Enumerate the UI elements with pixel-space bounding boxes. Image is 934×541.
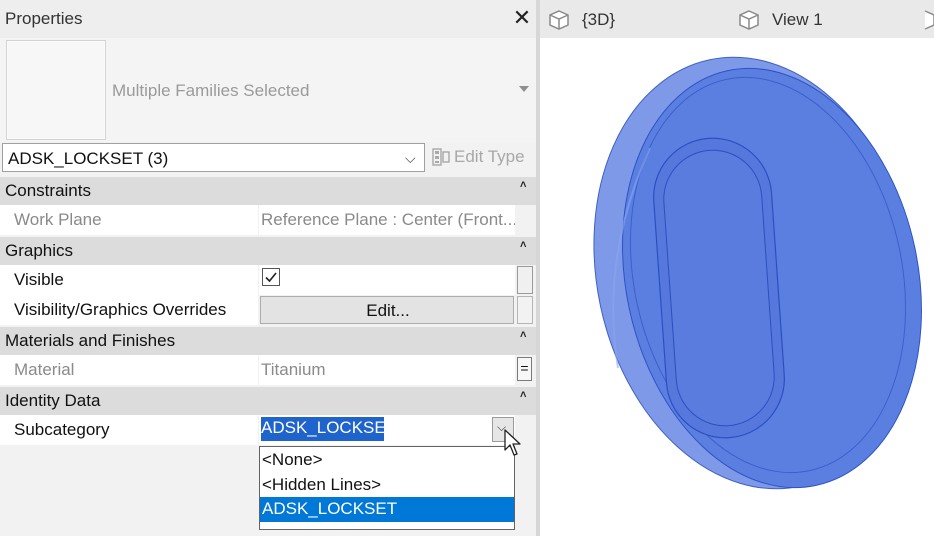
property-name: Work Plane	[14, 210, 102, 229]
property-name-cell: Material	[0, 355, 258, 385]
chevron-down-icon: ⌵	[405, 150, 416, 166]
tab-label: {3D}	[582, 10, 616, 29]
property-name-cell: Visible	[0, 265, 258, 295]
property-value-cell[interactable]: Titanium	[259, 355, 515, 385]
property-name: Material	[14, 360, 75, 379]
visible-checkbox[interactable]	[262, 268, 280, 286]
edit-type-button[interactable]: Edit Type	[432, 145, 536, 171]
close-icon[interactable]: ✕	[512, 7, 532, 29]
dropdown-option-label: <Hidden Lines>	[262, 475, 382, 494]
subcategory-value[interactable]: ADSK_LOCKSET	[261, 418, 396, 438]
edit-type-label: Edit Type	[454, 147, 525, 166]
material-value: Titanium	[261, 360, 326, 379]
chevron-down-icon[interactable]	[519, 86, 529, 92]
type-selector-dropdown[interactable]: ADSK_LOCKSET (3) ⌵	[2, 143, 425, 172]
family-thumbnail	[6, 40, 106, 140]
subcategory-dropdown-list: <None> <Hidden Lines> ADSK_LOCKSET	[259, 446, 515, 530]
mouse-cursor-icon	[504, 429, 521, 456]
section-label: Constraints	[5, 181, 91, 200]
section-label: Identity Data	[5, 391, 101, 410]
dropdown-option-label: ADSK_LOCKSET	[262, 499, 398, 518]
view-tab-bar: {3D} View 1	[540, 0, 934, 38]
dropdown-option-selected[interactable]: ADSK_LOCKSET	[260, 497, 514, 522]
property-name-cell: Visibility/Graphics Overrides	[0, 295, 258, 325]
work-plane-value: Reference Plane : Center (Front...	[261, 210, 515, 229]
section-identity-data[interactable]: Identity Data ˄	[0, 387, 536, 415]
collapse-icon[interactable]: ˄	[520, 239, 526, 251]
scrollbar-track-segment	[517, 296, 533, 324]
checkmark-icon	[265, 272, 277, 283]
property-name: Subcategory	[14, 420, 110, 439]
edit-button-label: Edit...	[366, 301, 410, 320]
property-name: Visibility/Graphics Overrides	[14, 300, 227, 319]
section-label: Materials and Finishes	[5, 331, 176, 350]
tab-view-1[interactable]: View 1	[730, 0, 934, 38]
property-row-material: Material Titanium	[0, 355, 536, 385]
collapse-icon[interactable]: ˄	[520, 329, 526, 341]
3d-view-icon	[924, 10, 934, 30]
dropdown-option-label: <None>	[262, 450, 323, 469]
section-materials-and-finishes[interactable]: Materials and Finishes ˄	[0, 327, 536, 355]
properties-title-bar: Properties ✕	[0, 0, 536, 38]
section-graphics[interactable]: Graphics ˄	[0, 237, 536, 265]
dropdown-option[interactable]: <Hidden Lines>	[260, 473, 514, 498]
property-row-work-plane: Work Plane Reference Plane : Center (Fro…	[0, 205, 536, 235]
collapse-icon[interactable]: ˄	[520, 179, 526, 191]
family-preview-label: Multiple Families Selected	[112, 81, 310, 100]
property-name: Visible	[14, 270, 64, 289]
tab-3d[interactable]: {3D}	[540, 0, 730, 38]
3d-view-icon	[549, 10, 569, 30]
section-label: Graphics	[5, 241, 74, 260]
property-value-cell	[259, 265, 515, 295]
material-browse-button[interactable]: =	[517, 357, 532, 381]
edit-type-icon	[432, 148, 450, 166]
dropdown-option[interactable]: <None>	[260, 448, 514, 473]
property-value-cell[interactable]: Reference Plane : Center (Front...	[259, 205, 515, 235]
property-name-cell: Subcategory	[0, 415, 258, 445]
properties-title: Properties	[5, 9, 83, 28]
vg-overrides-edit-button[interactable]: Edit...	[260, 296, 514, 324]
section-constraints[interactable]: Constraints ˄	[0, 177, 536, 205]
type-selector-value: ADSK_LOCKSET (3)	[8, 149, 169, 168]
tab-label: View 1	[772, 10, 823, 29]
3d-viewport[interactable]	[540, 38, 934, 536]
collapse-icon[interactable]: ˄	[520, 389, 526, 401]
scrollbar-thumb[interactable]	[517, 266, 533, 294]
lockset-model[interactable]	[540, 38, 934, 536]
properties-panel: Properties ✕ Multiple Families Selected …	[0, 0, 536, 536]
3d-view-icon	[739, 10, 759, 30]
property-name-cell: Work Plane	[0, 205, 258, 235]
